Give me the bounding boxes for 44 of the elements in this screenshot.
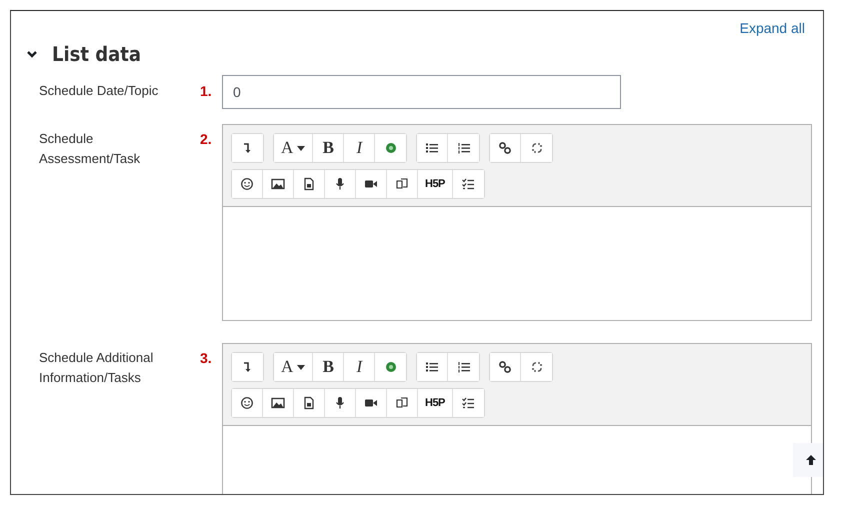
checklist-icon — [461, 177, 476, 191]
scroll-to-top-button[interactable] — [793, 443, 823, 477]
text-input[interactable]: 0 — [222, 75, 621, 109]
media-file-icon — [302, 396, 316, 410]
arrow-up-icon — [805, 454, 817, 466]
step-number: 3. — [200, 349, 213, 368]
field-label: Schedule Date/Topic — [39, 82, 160, 100]
caret-icon — [297, 146, 306, 150]
expand-all-link[interactable]: Expand all — [740, 20, 805, 35]
numbered-list-icon — [456, 360, 471, 374]
step-number: 2. — [200, 130, 213, 149]
bullet-list-icon — [425, 141, 440, 155]
link-icon — [498, 141, 512, 155]
image-icon — [271, 177, 285, 191]
image-icon — [271, 396, 285, 410]
smiley-icon — [240, 396, 254, 410]
copy-icon — [395, 177, 409, 191]
font-button[interactable]: A — [274, 353, 314, 381]
link-button[interactable] — [490, 353, 522, 381]
copy-icon — [395, 396, 409, 410]
microphone-icon — [333, 177, 347, 191]
text-editor[interactable]: A B I H5P — [222, 124, 812, 321]
caret-icon — [297, 364, 306, 370]
bullet-list-icon — [425, 360, 440, 374]
emoji-button[interactable] — [232, 170, 263, 198]
section-heading: List data — [52, 42, 141, 66]
field-label: Schedule Additional Information/Tasks — [39, 349, 154, 387]
step-number: 1. — [200, 82, 213, 101]
collapse-button[interactable] — [232, 134, 263, 162]
checklist-icon — [461, 396, 476, 410]
text-editor[interactable]: A B I H5P — [222, 343, 812, 494]
field-label: Schedule Assessment/Task — [39, 130, 142, 168]
link-icon — [498, 360, 512, 374]
bullet-list-button[interactable] — [417, 353, 448, 381]
collapse-button[interactable] — [232, 353, 263, 381]
media-file-icon — [302, 177, 316, 191]
chevron-down-icon[interactable] — [26, 48, 38, 60]
bullet-list-button[interactable] — [417, 134, 448, 162]
smiley-icon — [240, 177, 254, 191]
microphone-icon — [333, 396, 347, 410]
emoji-button[interactable] — [232, 389, 263, 417]
numbered-list-icon — [456, 141, 471, 155]
link-button[interactable] — [490, 134, 522, 162]
font-button[interactable]: A — [274, 134, 314, 162]
